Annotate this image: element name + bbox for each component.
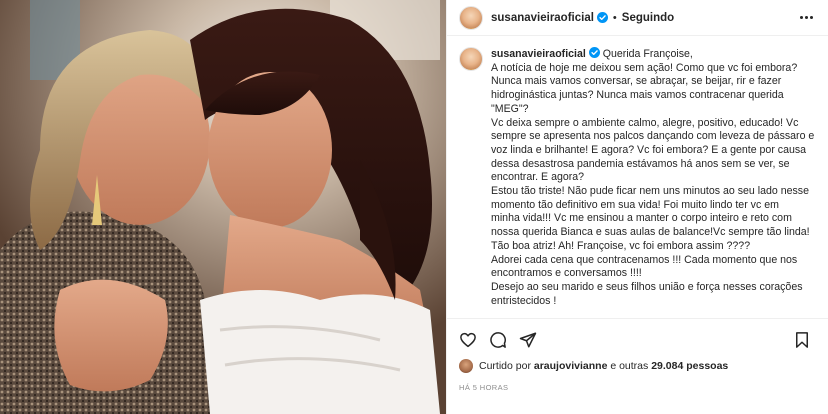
likes-prefix: Curtido por [479, 360, 531, 372]
caption-line: "MEG"? [491, 102, 529, 115]
caption-line: Estou tão triste! Não pude ficar nem uns… [491, 185, 809, 198]
caption-line: Adorei cada cena que contracenamos !!! C… [491, 253, 798, 266]
heart-icon[interactable] [459, 331, 477, 349]
header-separator: • [612, 11, 617, 24]
liked-by: Curtido por araujovivianne e outras 29.0… [459, 359, 728, 373]
caption-line: A notícia de hoje me deixou sem ação! Co… [491, 61, 798, 74]
caption-line: Tão boa atriz! Ah! Françoise, vc foi emb… [491, 239, 751, 252]
post-timestamp[interactable]: HÁ 5 HORAS [459, 383, 508, 392]
caption-line: Desejo ao seu marido e seus filhos união… [491, 280, 803, 293]
caption-line: entristecidos ! [491, 294, 557, 307]
action-bar [447, 318, 828, 358]
post-side-panel: susanavieiraoficial • Seguindo susanavie… [446, 0, 828, 414]
post-photo-illustration [0, 0, 446, 414]
caption-line: sempre se apresenta nos palcos dançando … [491, 130, 815, 143]
likes-middle: e outras [610, 360, 649, 372]
caption-text: susanavieiraoficial Querida Françoise, A… [491, 47, 817, 317]
caption-line: encontramos e conversamos !!!! [491, 267, 642, 280]
caption-line: Vc deixa sempre o ambiente calmo, alegre… [491, 116, 799, 129]
caption-handle[interactable]: susanavieiraoficial [491, 48, 586, 60]
comment-icon[interactable] [489, 331, 507, 349]
caption-line: voz linda e brilhante! E agora? Vc foi e… [491, 143, 807, 156]
caption-author-avatar[interactable] [459, 47, 483, 71]
post-photo[interactable] [0, 0, 446, 414]
caption-verified-badge-icon [588, 47, 600, 58]
caption-line: dessa desastrosa pandemia estávamos há a… [491, 157, 790, 170]
caption-first-line: susanavieiraoficial Querida Françoise, [491, 47, 817, 62]
caption-line: Querida Françoise, [602, 48, 693, 60]
post-header: susanavieiraoficial • Seguindo [447, 0, 828, 36]
caption-line: nossa querida Bianca e suas aulas de bal… [491, 226, 810, 239]
caption-line: momento tão definitivo em sua vida! Foi … [491, 198, 779, 211]
following-button[interactable]: Seguindo [622, 12, 674, 24]
author-handle[interactable]: susanavieiraoficial [491, 12, 594, 24]
caption-line: Nunca mais vamos conversar, se abraçar, … [491, 75, 782, 88]
liker-handle[interactable]: araujovivianne [534, 360, 608, 372]
verified-badge-icon [596, 12, 608, 23]
liker-avatar[interactable] [459, 359, 473, 373]
author-avatar[interactable] [459, 5, 483, 30]
caption-line: hidroginástica juntas? Nunca mais vamos … [491, 89, 784, 102]
share-icon[interactable] [519, 331, 537, 349]
likes-count[interactable]: 29.084 pessoas [651, 360, 728, 372]
caption-area: susanavieiraoficial Querida Françoise, A… [447, 37, 828, 317]
caption-line: minha vida!!! Vc me ensinou a manter o c… [491, 212, 792, 225]
bookmark-icon[interactable] [793, 331, 811, 349]
more-options-icon[interactable] [797, 10, 815, 24]
caption-line: encontrar. E agora? [491, 171, 585, 184]
